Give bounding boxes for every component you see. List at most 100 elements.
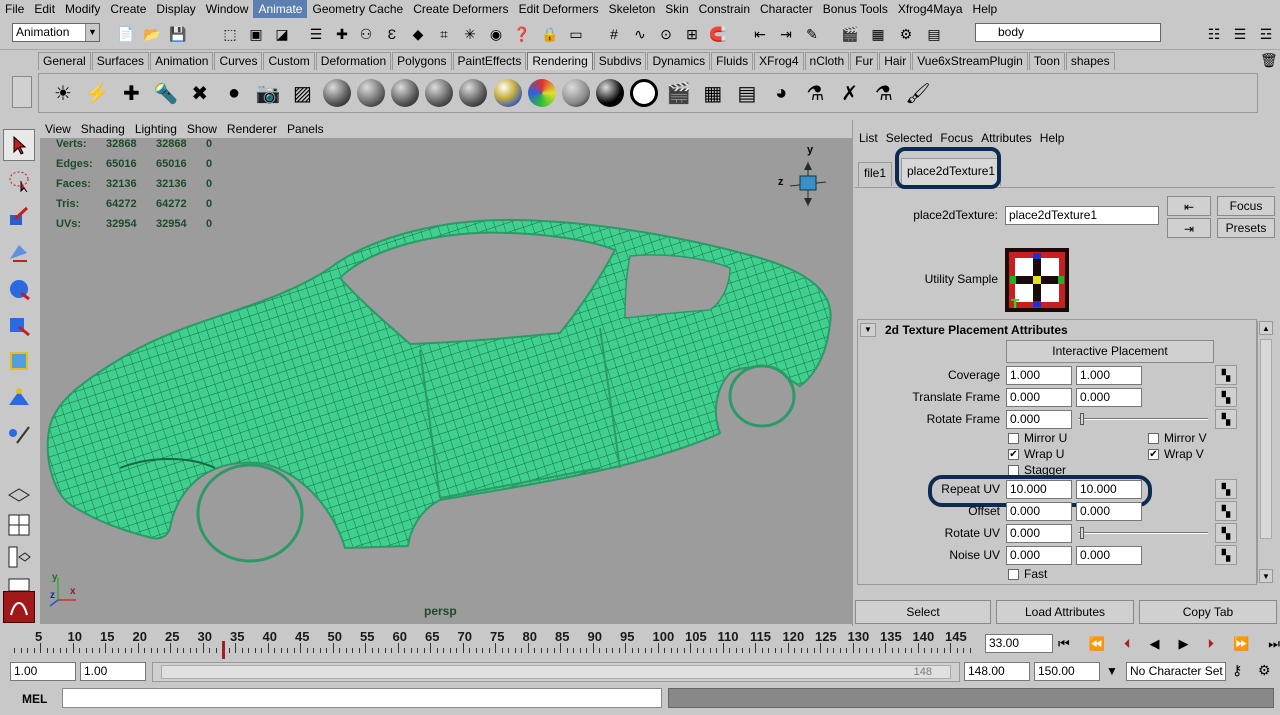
shelf-tab-fur[interactable]: Fur: [850, 52, 879, 70]
step-forward-frame-icon[interactable]: ⏩: [1233, 636, 1249, 652]
menu-help[interactable]: Help: [968, 0, 1003, 18]
viewport-menu-panels[interactable]: Panels: [282, 120, 329, 138]
car-wireframe[interactable]: [40, 138, 852, 624]
translate-frame-u-field[interactable]: 0.000: [1006, 388, 1072, 407]
show-manipulator-icon[interactable]: [3, 417, 35, 449]
fast-checkbox[interactable]: [1008, 569, 1019, 580]
blinn-sphere-icon[interactable]: [321, 77, 353, 109]
anisotropic-sphere-icon[interactable]: [457, 77, 489, 109]
rotate-uv-slider[interactable]: [1078, 532, 1208, 534]
shelf-tab-dynamics[interactable]: Dynamics: [647, 52, 711, 70]
character-set-field[interactable]: No Character Set: [1126, 662, 1226, 681]
new-scene-icon[interactable]: 📄: [116, 24, 136, 44]
anim-end-field[interactable]: 150.00: [1034, 662, 1100, 681]
mirror-u-checkbox[interactable]: [1008, 433, 1019, 444]
select-hierarchy-icon[interactable]: ⬚: [220, 24, 240, 44]
shelf-tab-ncloth[interactable]: nCloth: [804, 52, 850, 70]
snap-point-icon[interactable]: ⊙: [656, 24, 676, 44]
repeat-uv-map-button[interactable]: ▚: [1215, 479, 1237, 499]
camera-icon[interactable]: 📷: [252, 77, 284, 109]
ae-menu-help[interactable]: Help: [1036, 129, 1069, 147]
menu-bonus-tools[interactable]: Bonus Tools: [818, 0, 893, 18]
rotate-uv-map-button[interactable]: ▚: [1215, 523, 1237, 543]
presets-button[interactable]: Presets: [1217, 218, 1275, 238]
select-deformations-icon[interactable]: ⌗: [434, 24, 454, 44]
paint-brush-icon[interactable]: 🖌: [902, 77, 934, 109]
shelf-tab-deformation[interactable]: Deformation: [315, 52, 392, 70]
hypershade-icon[interactable]: ◕: [765, 77, 797, 109]
start-time-field[interactable]: 1.00: [10, 662, 76, 681]
ipr-render-icon[interactable]: ▦: [697, 77, 729, 109]
shelf-tab-xfrog4[interactable]: XFrog4: [754, 52, 804, 70]
play-backward-icon[interactable]: ◀: [1149, 636, 1159, 652]
output-ops-icon[interactable]: ⇥: [776, 24, 796, 44]
interactive-placement-button[interactable]: Interactive Placement: [1006, 340, 1214, 363]
single-perspective-layout-icon[interactable]: [3, 477, 35, 509]
wrap-v-checkbox[interactable]: ✔: [1148, 449, 1159, 460]
phonge-sphere-icon[interactable]: [389, 77, 421, 109]
range-bar-track[interactable]: 148: [152, 662, 960, 682]
anim-start-field[interactable]: 1.00: [80, 662, 146, 681]
menu-display[interactable]: Display: [151, 0, 200, 18]
viewport-menu-show[interactable]: Show: [182, 120, 222, 138]
ae-menu-selected[interactable]: Selected: [882, 129, 937, 147]
ambient-light-icon[interactable]: ☀: [47, 77, 79, 109]
rotate-uv-slider-thumb[interactable]: [1080, 527, 1084, 539]
shelf-tab-subdivs[interactable]: Subdivs: [593, 52, 647, 70]
lock-selection-icon[interactable]: 🔒: [540, 24, 560, 44]
black-sphere-icon[interactable]: [594, 77, 626, 109]
snap-plane-icon[interactable]: ⊞: [682, 24, 702, 44]
key-icon[interactable]: ⚷: [1232, 662, 1242, 679]
menu-xfrog4maya[interactable]: Xfrog4Maya: [893, 0, 968, 18]
mel-command-input[interactable]: [62, 688, 662, 708]
wrap-u-checkbox[interactable]: ✔: [1008, 449, 1019, 460]
range-bar-handle[interactable]: 148: [161, 665, 951, 679]
offset-u-field[interactable]: 0.000: [1006, 502, 1072, 521]
rotate-uv-field[interactable]: 0.000: [1006, 524, 1072, 543]
animation-prefs-icon[interactable]: ⚙: [1258, 662, 1271, 679]
shelf-tab-curves[interactable]: Curves: [214, 52, 263, 70]
scroll-thumb[interactable]: [1260, 339, 1272, 539]
select-rendering-icon[interactable]: ◉: [486, 24, 506, 44]
select-surfaces-icon[interactable]: ◆: [408, 24, 428, 44]
scroll-up-icon[interactable]: ▲: [1259, 321, 1273, 335]
collapse-arrow-icon[interactable]: ▼: [860, 323, 876, 337]
show-attribute-editor-icon[interactable]: ☰: [1230, 24, 1250, 44]
show-channel-box-icon[interactable]: ☷: [1204, 24, 1224, 44]
end-time-field[interactable]: 148.00: [964, 662, 1030, 681]
menu-geometry-cache[interactable]: Geometry Cache: [307, 0, 408, 18]
ramp-shader-icon[interactable]: [492, 77, 524, 109]
soft-modification-icon[interactable]: [3, 381, 35, 413]
select-object-icon[interactable]: ▣: [246, 24, 266, 44]
rotate-frame-slider[interactable]: [1078, 418, 1208, 420]
focus-button[interactable]: Focus: [1217, 196, 1275, 216]
spot-light-icon[interactable]: 🔦: [150, 77, 182, 109]
rotate-frame-field[interactable]: 0.000: [1006, 410, 1072, 429]
make-live-icon[interactable]: 🧲: [708, 24, 728, 44]
rotate-tool-icon[interactable]: [3, 273, 35, 305]
current-time-marker[interactable]: [222, 641, 225, 659]
render-current-frame-icon[interactable]: 🎬: [840, 24, 860, 44]
shelf-tab-custom[interactable]: Custom: [263, 52, 315, 70]
menu-character[interactable]: Character: [755, 0, 818, 18]
coverage-v-field[interactable]: 1.000: [1076, 366, 1142, 385]
move-tool-icon[interactable]: [3, 237, 35, 269]
menu-modify[interactable]: Modify: [60, 0, 105, 18]
noise-u-field[interactable]: 0.000: [1006, 546, 1072, 565]
go-to-end-icon[interactable]: ⏭: [1268, 636, 1280, 652]
shelf-tab-animation[interactable]: Animation: [150, 52, 214, 70]
go-to-output-button[interactable]: ⇥: [1167, 218, 1211, 238]
viewport-menu-lighting[interactable]: Lighting: [130, 120, 182, 138]
snap-grid-icon[interactable]: #: [604, 24, 624, 44]
menu-create[interactable]: Create: [105, 0, 151, 18]
copy-tab-button[interactable]: Copy Tab: [1139, 600, 1277, 624]
translate-frame-v-field[interactable]: 0.000: [1076, 388, 1142, 407]
gray-sphere-icon[interactable]: [560, 77, 592, 109]
chevron-down-icon[interactable]: ▼: [85, 24, 99, 41]
load-attributes-button[interactable]: Load Attributes: [996, 600, 1134, 624]
four-view-layout-icon[interactable]: [3, 509, 35, 541]
view-cube-icon[interactable]: [786, 158, 830, 210]
scale-tool-icon[interactable]: [3, 309, 35, 341]
menu-skin[interactable]: Skin: [660, 0, 693, 18]
snap-curve-icon[interactable]: ∿: [630, 24, 650, 44]
